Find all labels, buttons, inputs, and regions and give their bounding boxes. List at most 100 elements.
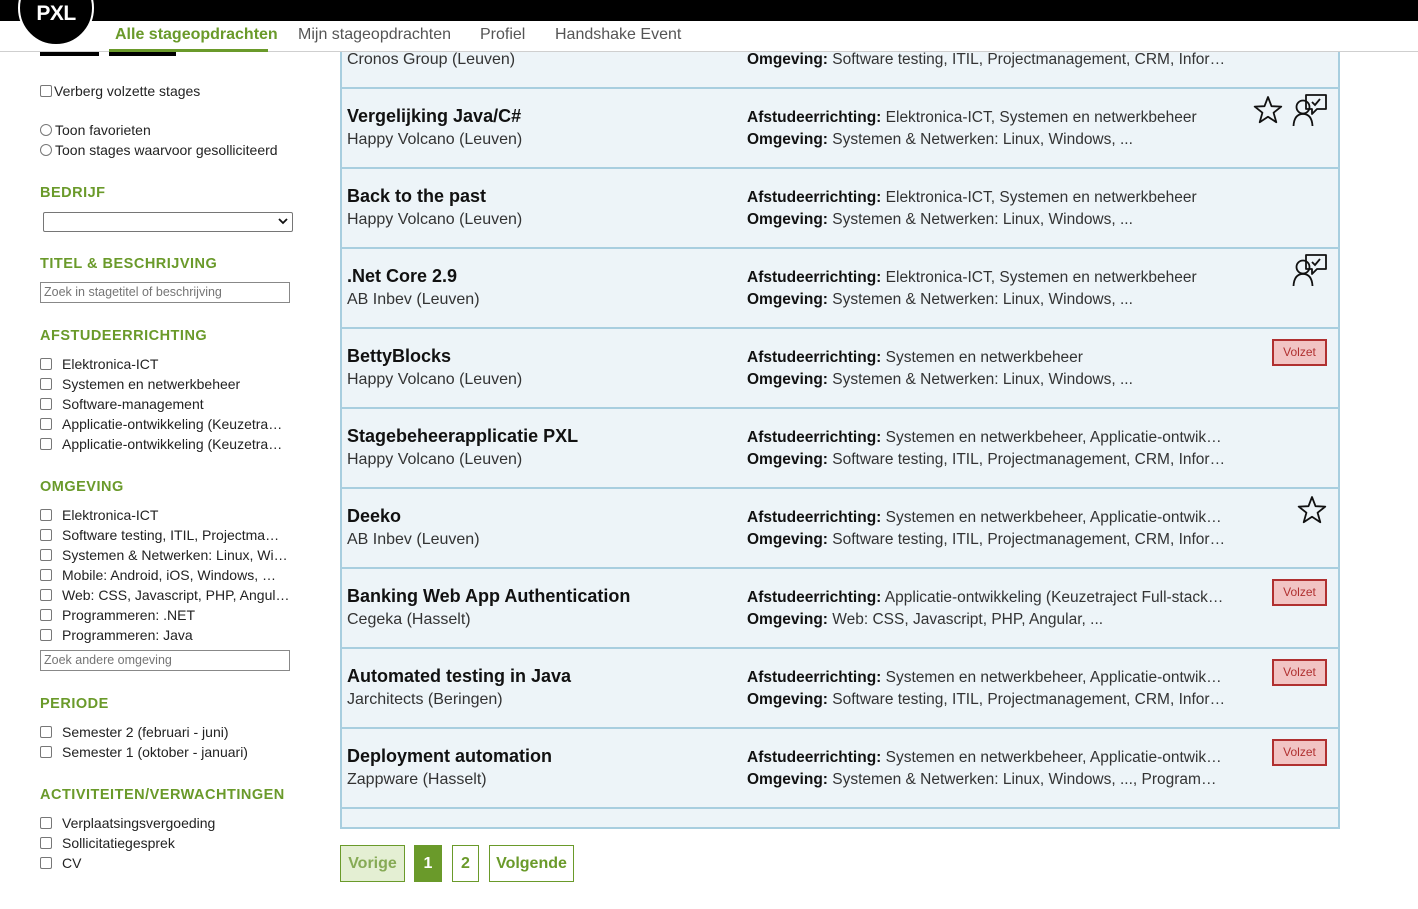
internship-specialization: Afstudeerrichting: Elektronica-ICT, Syst… — [747, 109, 1197, 126]
show-applied-filter[interactable]: Toon stages waarvoor gesolliciteerd — [40, 142, 278, 158]
internship-title[interactable]: Deployment automation — [347, 746, 552, 767]
internship-environment: Omgeving: Systemen & Netwerken: Linux, W… — [747, 211, 1133, 228]
internship-specialization: Afstudeerrichting: Systemen en netwerkbe… — [747, 349, 1083, 366]
nav-all-internships[interactable]: Alle stageopdrachten — [115, 26, 278, 44]
checkbox[interactable] — [40, 398, 52, 410]
specialization-option[interactable]: Applicatie-ontwikkeling (Keuzetra… — [40, 436, 282, 452]
hide-full-checkbox[interactable] — [40, 85, 52, 97]
chevron-down-icon — [278, 218, 288, 225]
checkbox[interactable] — [40, 629, 52, 641]
environment-option[interactable]: Elektronica-ICT — [40, 507, 158, 523]
activity-option[interactable]: CV — [40, 855, 81, 871]
nav-profile[interactable]: Profiel — [480, 26, 525, 44]
checkbox[interactable] — [40, 358, 52, 370]
internship-specialization: Afstudeerrichting: Systemen en netwerkbe… — [747, 429, 1222, 446]
internship-environment: Omgeving: Software testing, ITIL, Projec… — [747, 51, 1226, 68]
internship-title[interactable]: Deeko — [347, 506, 401, 527]
specialization-option[interactable]: Applicatie-ontwikkeling (Keuzetra… — [40, 416, 282, 432]
specialization-option[interactable]: Elektronica-ICT — [40, 356, 158, 372]
internship-card[interactable]: Automated testing in Java Jarchitects (Be… — [342, 649, 1338, 729]
internship-environment: Omgeving: Software testing, ITIL, Projec… — [747, 691, 1226, 708]
internship-list: Physics in gamesCronos Group (Leuven)Afs… — [340, 27, 1340, 829]
internship-environment: Omgeving: Systemen & Netwerken: Linux, W… — [747, 291, 1133, 308]
nav-handshake-event[interactable]: Handshake Event — [555, 26, 681, 44]
internship-title[interactable]: Stagebeheerapplicatie PXL — [347, 426, 578, 447]
internship-card[interactable]: Deployment automation Zappware (Hasselt) A… — [342, 729, 1338, 809]
internship-specialization: Afstudeerrichting: Systemen en netwerkbe… — [747, 509, 1222, 526]
internship-environment: Omgeving: Web: CSS, Javascript, PHP, Ang… — [747, 611, 1104, 628]
environment-option[interactable]: Programmeren: .NET — [40, 607, 195, 623]
internship-title[interactable]: .Net Core 2.9 — [347, 266, 457, 287]
internship-environment: Omgeving: Systemen & Netwerken: Linux, W… — [747, 771, 1227, 788]
next-page-button[interactable]: Volgende — [489, 845, 574, 882]
checkbox[interactable] — [40, 509, 52, 521]
internship-company: Happy Volcano (Leuven) — [347, 451, 523, 468]
internship-specialization: Afstudeerrichting: Systemen en netwerkbe… — [747, 669, 1222, 686]
period-option[interactable]: Semester 2 (februari - juni) — [40, 724, 229, 740]
full-badge: Volzet — [1272, 739, 1327, 766]
page-2-button[interactable]: 2 — [452, 845, 479, 882]
environment-option[interactable]: Web: CSS, Javascript, PHP, Angul… — [40, 587, 289, 603]
checkbox[interactable] — [40, 529, 52, 541]
period-heading: PERIODE — [40, 696, 109, 712]
previous-page-button[interactable]: Vorige — [340, 845, 405, 882]
internship-environment: Omgeving: Software testing, ITIL, Projec… — [747, 451, 1226, 468]
checkbox[interactable] — [40, 726, 52, 738]
checkbox[interactable] — [40, 857, 52, 869]
checkbox[interactable] — [40, 589, 52, 601]
header-divider — [40, 52, 99, 56]
internship-card[interactable]: Stagebeheerapplicatie PXL Happy Volcano (… — [342, 409, 1338, 489]
environment-option[interactable]: Systemen & Netwerken: Linux, Wi… — [40, 547, 288, 563]
internship-card[interactable]: Vergelijking Java/C# Happy Volcano (Leuve… — [342, 89, 1338, 169]
top-bar — [0, 0, 1418, 21]
checkbox[interactable] — [40, 549, 52, 561]
activity-option[interactable]: Sollicitatiegesprek — [40, 835, 175, 851]
checkbox[interactable] — [40, 438, 52, 450]
show-applied-radio[interactable] — [40, 144, 52, 156]
checkbox[interactable] — [40, 746, 52, 758]
checkbox[interactable] — [40, 418, 52, 430]
environment-option[interactable]: Software testing, ITIL, Projectma… — [40, 527, 279, 543]
internship-title[interactable]: Vergelijking Java/C# — [347, 106, 521, 127]
internship-card[interactable]: .Net Core 2.9 AB Inbev (Leuven) Afstudeerr… — [342, 249, 1338, 329]
internship-title[interactable]: Banking Web App Authentication — [347, 586, 630, 607]
header-divider — [109, 52, 176, 56]
nav-my-internships[interactable]: Mijn stageopdrachten — [298, 26, 451, 44]
internship-company: Happy Volcano (Leuven) — [347, 131, 523, 148]
applied-icon[interactable] — [1292, 93, 1328, 132]
company-select[interactable] — [43, 212, 293, 232]
internship-company: Cronos Group (Leuven) — [347, 51, 516, 68]
internship-title[interactable]: Automated testing in Java — [347, 666, 571, 687]
checkbox[interactable] — [40, 837, 52, 849]
internship-card[interactable]: Back to the past Happy Volcano (Leuven) Af… — [342, 169, 1338, 249]
checkbox[interactable] — [40, 378, 52, 390]
internship-card[interactable]: Banking Web App Authentication Cegeka (Ha… — [342, 569, 1338, 649]
specialization-option[interactable]: Systemen en netwerkbeheer — [40, 376, 240, 392]
show-favorites-radio[interactable] — [40, 124, 52, 136]
title-search-input[interactable]: Zoek in stagetitel of beschrijving — [40, 282, 290, 303]
internship-card[interactable]: BettyBlocks Happy Volcano (Leuven) Afstude… — [342, 329, 1338, 409]
checkbox[interactable] — [40, 569, 52, 581]
checkbox[interactable] — [40, 817, 52, 829]
internship-title[interactable]: BettyBlocks — [347, 346, 451, 367]
internship-title[interactable]: Back to the past — [347, 186, 486, 207]
internship-card[interactable]: Deeko AB Inbev (Leuven) Afstudeerrichting:… — [342, 489, 1338, 569]
full-badge: Volzet — [1272, 339, 1327, 366]
favorite-star-icon[interactable] — [1297, 495, 1327, 530]
internship-company: AB Inbev (Leuven) — [347, 531, 480, 548]
specialization-option[interactable]: Software-management — [40, 396, 204, 412]
environment-option[interactable]: Programmeren: Java — [40, 627, 193, 643]
internship-environment: Omgeving: Systemen & Netwerken: Linux, W… — [747, 371, 1133, 388]
activity-option[interactable]: Verplaatsingsvergoeding — [40, 815, 215, 831]
internship-company: Jarchitects (Beringen) — [347, 691, 503, 708]
applied-icon[interactable] — [1292, 253, 1328, 292]
show-favorites-filter[interactable]: Toon favorieten — [40, 122, 151, 138]
page-1-button[interactable]: 1 — [414, 845, 442, 882]
environment-search-input[interactable]: Zoek andere omgeving — [40, 650, 290, 671]
hide-full-filter[interactable]: Verberg volzette stages — [40, 83, 200, 99]
period-option[interactable]: Semester 1 (oktober - januari) — [40, 744, 248, 760]
environment-option[interactable]: Mobile: Android, iOS, Windows, … — [40, 567, 276, 583]
internship-company: Cegeka (Hasselt) — [347, 611, 471, 628]
checkbox[interactable] — [40, 609, 52, 621]
favorite-star-icon[interactable] — [1253, 95, 1283, 130]
